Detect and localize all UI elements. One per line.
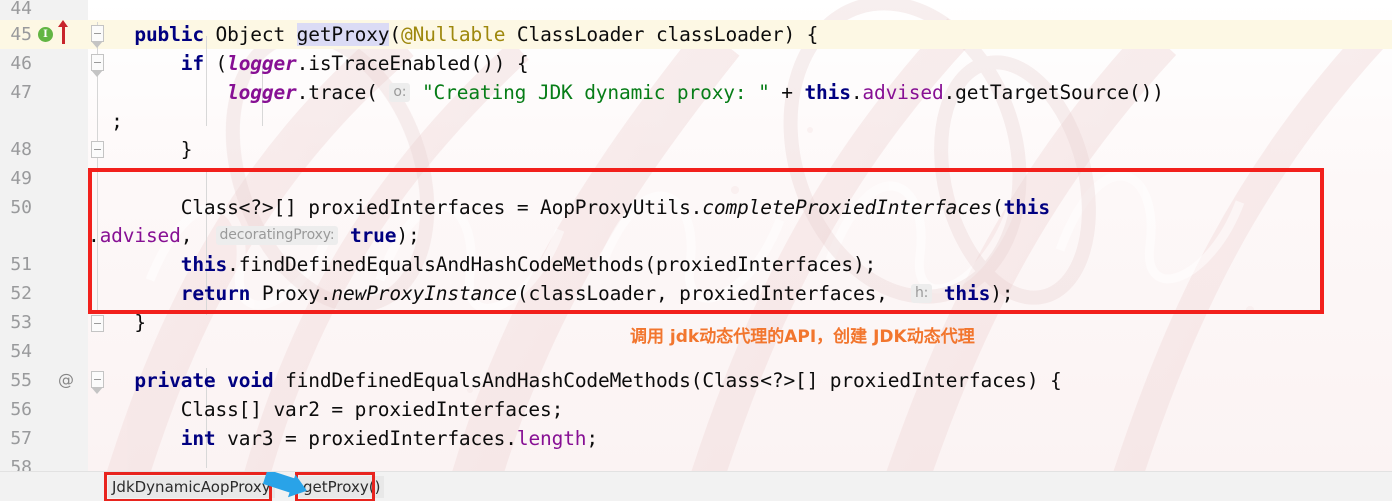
- line-number: 57: [10, 428, 32, 449]
- code-token: (: [389, 23, 401, 46]
- code-token: (: [203, 52, 228, 75]
- code-token: Object: [215, 23, 286, 46]
- code-line-45[interactable]: public Object getProxy(@Nullable ClassLo…: [88, 20, 818, 49]
- code-token: Proxy.: [250, 282, 332, 305]
- fold-handle-53[interactable]: [91, 315, 104, 332]
- code-token: ;: [88, 110, 123, 133]
- code-token: true: [350, 224, 397, 247]
- code-token: Class<?>[] proxiedInterfaces = AopProxyU…: [88, 196, 703, 219]
- code-line-52[interactable]: return Proxy.newProxyInstance(classLoade…: [88, 279, 1014, 308]
- code-token: return: [180, 282, 251, 305]
- code-token: findDefinedEqualsAndHashCodeMethods(Clas…: [273, 369, 1062, 392]
- code-token: newProxyInstance: [331, 282, 517, 305]
- annotation-marker-icon[interactable]: @: [58, 370, 74, 389]
- code-token: if: [180, 52, 204, 75]
- code-token: int: [180, 427, 216, 450]
- fold-handle-45[interactable]: [91, 25, 104, 48]
- code-token: void: [227, 369, 274, 392]
- line-number: 49: [10, 168, 32, 189]
- line-number: 48: [10, 139, 32, 160]
- code-token: ClassLoader classLoader) {: [505, 23, 819, 46]
- line-number: 52: [10, 283, 32, 304]
- code-token: (: [992, 196, 1004, 219]
- code-line-51[interactable]: this.findDefinedEqualsAndHashCodeMethods…: [88, 250, 877, 279]
- code-line-55[interactable]: private void findDefinedEqualsAndHashCod…: [88, 366, 1062, 395]
- code-line-47-wrap[interactable]: ;: [88, 107, 123, 136]
- code-token: (classLoader, proxiedInterfaces,: [516, 282, 911, 305]
- code-text-area[interactable]: public Object getProxy(@Nullable ClassLo…: [88, 0, 1392, 471]
- override-arrow-icon[interactable]: [58, 20, 68, 44]
- breadcrumb-class-redbox: [104, 472, 272, 501]
- code-token: "Creating JDK dynamic proxy: ": [421, 81, 770, 104]
- code-line-50[interactable]: Class<?>[] proxiedInterfaces = AopProxyU…: [88, 193, 1050, 222]
- code-token: ;: [586, 427, 598, 450]
- code-token: Class[] var2 = proxiedInterfaces;: [88, 398, 564, 421]
- code-token: this: [180, 253, 228, 276]
- code-token: completeProxiedInterfaces: [702, 196, 993, 219]
- chinese-annotation-note: 调用 jdk动态代理的API，创建 JDK动态代理: [630, 327, 975, 347]
- code-token: length: [516, 427, 587, 450]
- code-line-56[interactable]: Class[] var2 = proxiedInterfaces;: [88, 395, 564, 424]
- editor-window: 44 45 46 47 48 49 50 51 52 53 54 55 56 5…: [0, 0, 1392, 501]
- code-token: .findDefinedEqualsAndHashCodeMethods(pro…: [227, 253, 877, 276]
- blue-arrow-icon: [262, 472, 307, 498]
- code-token: logger: [227, 81, 297, 104]
- code-token: .getTargetSource()): [943, 81, 1164, 104]
- fold-handle-48[interactable]: [91, 141, 104, 158]
- code-token: );: [990, 282, 1014, 305]
- code-token: this: [1003, 196, 1051, 219]
- code-token: this: [943, 282, 991, 305]
- code-token: var3 = proxiedInterfaces.: [215, 427, 517, 450]
- code-token: decoratingProxy:: [215, 226, 339, 245]
- code-line-50-wrap[interactable]: .advised, decoratingProxy: true);: [88, 221, 420, 250]
- fold-handle-55[interactable]: [91, 371, 104, 394]
- line-number: 51: [10, 254, 32, 275]
- line-number: 45: [10, 24, 32, 45]
- code-token: advised: [862, 81, 944, 104]
- line-number: 46: [10, 53, 32, 74]
- line-number: 56: [10, 399, 32, 420]
- code-line-46[interactable]: if (logger.isTraceEnabled()) {: [88, 49, 529, 78]
- code-token: o:: [389, 83, 411, 102]
- code-line-47[interactable]: logger.trace( o: "Creating JDK dynamic p…: [88, 78, 1164, 107]
- line-number: 47: [10, 82, 32, 103]
- code-token: private: [134, 369, 216, 392]
- code-token: this: [804, 81, 851, 104]
- fold-handle-46[interactable]: [91, 54, 104, 77]
- code-token: ,: [180, 224, 216, 247]
- code-token: h:: [910, 284, 933, 303]
- code-token: .trace(: [296, 81, 390, 104]
- code-token: );: [396, 224, 420, 247]
- code-token: getProxy: [296, 23, 390, 46]
- code-line-57[interactable]: int var3 = proxiedInterfaces.length;: [88, 424, 598, 453]
- code-token: +: [769, 81, 805, 104]
- line-number: 50: [10, 197, 32, 218]
- code-token: logger: [227, 52, 297, 75]
- line-number: 55: [10, 370, 32, 391]
- line-number: 53: [10, 312, 32, 333]
- line-number: 54: [10, 341, 32, 362]
- code-token: .isTraceEnabled()) {: [296, 52, 529, 75]
- code-token: .: [850, 81, 863, 104]
- code-token: @Nullable: [400, 23, 506, 46]
- breadcrumb-bar[interactable]: JdkDynamicAopProxy getProxy(): [0, 471, 1392, 501]
- code-token: public: [134, 23, 204, 46]
- editor-gutter[interactable]: 44 45 46 47 48 49 50 51 52 53 54 55 56 5…: [0, 0, 104, 478]
- code-token: advised: [99, 224, 181, 247]
- implementing-method-icon[interactable]: I: [38, 27, 53, 42]
